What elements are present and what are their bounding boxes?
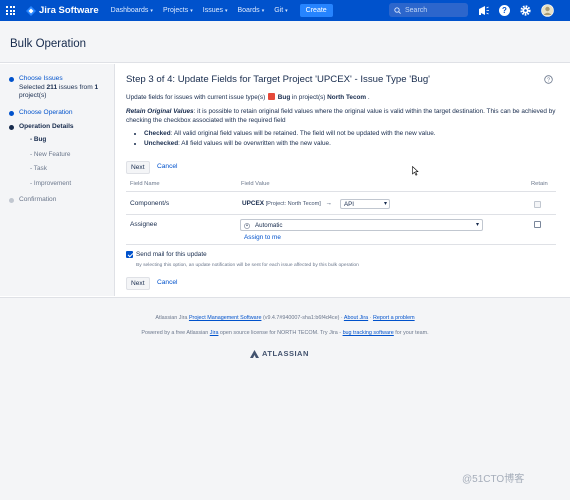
step-dot	[9, 125, 14, 130]
col-retain: Retain	[531, 181, 548, 187]
choose-operation-link[interactable]: Choose Operation	[19, 109, 109, 118]
bug-icon	[268, 93, 276, 100]
cancel-link-top[interactable]: Cancel	[157, 163, 178, 170]
retain-component-checkbox[interactable]	[534, 201, 541, 208]
component-select[interactable]: API ▾	[340, 199, 390, 209]
step-operation-details: Operation Details	[9, 123, 109, 132]
chevron-down-icon: ▾	[190, 7, 193, 14]
chevron-down-icon: ▾	[224, 7, 228, 14]
svg-text:?: ?	[502, 6, 507, 15]
megaphone-icon[interactable]	[477, 4, 490, 17]
page-header: Bulk Operation	[0, 21, 570, 63]
app-switcher-icon[interactable]	[6, 5, 18, 17]
assignee-select[interactable]: Automatic ▾	[240, 219, 483, 231]
step-dot	[9, 77, 14, 82]
divider	[126, 244, 556, 245]
svg-text:?: ?	[547, 77, 550, 83]
list-item: Unchecked: All field values will be over…	[144, 139, 436, 149]
report-problem-link[interactable]: Report a problem	[373, 315, 415, 321]
user-icon	[244, 222, 250, 229]
footer-version-line: Atlassian Jira Project Management Softwa…	[155, 315, 415, 321]
nav-issues[interactable]: Issues ▾	[203, 7, 228, 14]
bug-tracking-link[interactable]: bug tracking software	[343, 330, 394, 336]
selected-summary: Selected 211 issues from 1 project(s)	[19, 83, 99, 100]
project-management-link[interactable]: Project Management Software	[189, 315, 262, 321]
nav-git[interactable]: Git ▾	[274, 7, 287, 14]
step-heading: Step 3 of 4: Update Fields for Target Pr…	[126, 74, 430, 85]
retain-description: Retain Original Values: it is possible t…	[126, 108, 556, 124]
top-nav-bar: Jira Software Dashboards ▾ Projects ▾ Issu…	[0, 0, 570, 21]
watermark: @51CTO博客	[462, 474, 525, 485]
step-dot	[9, 111, 14, 116]
step-choose-issues: Choose Issues Selected 211 issues from 1…	[9, 75, 109, 101]
cancel-link[interactable]: Cancel	[157, 279, 178, 286]
component-field-label: Component/s	[130, 200, 170, 207]
choose-issues-link[interactable]: Choose Issues	[19, 75, 63, 82]
footer-license-line: Powered by a free Atlassian Jira open so…	[141, 330, 429, 336]
subitem-task: - Task	[30, 165, 47, 172]
next-button-top[interactable]: Next	[126, 161, 150, 174]
chevron-down-icon: ▾	[383, 201, 387, 207]
send-mail-note: By selecting this option, an update noti…	[136, 263, 359, 268]
main-content: Step 3 of 4: Update Fields for Target Pr…	[116, 64, 570, 296]
nav-dashboards[interactable]: Dashboards ▾	[111, 7, 153, 14]
footer: Atlassian Jira Project Management Softwa…	[0, 297, 570, 500]
help-icon[interactable]: ?	[498, 4, 511, 17]
step-choose-operation: Choose Operation	[9, 109, 109, 118]
nav-projects[interactable]: Projects ▾	[163, 7, 193, 14]
operation-details-label: Operation Details	[19, 123, 74, 130]
col-field-value: Field Value	[241, 181, 270, 187]
next-button[interactable]: Next	[126, 277, 150, 290]
retain-assignee-checkbox[interactable]	[534, 221, 541, 228]
subitem-new-feature: - New Feature	[30, 151, 71, 158]
list-item: Checked: All valid original field values…	[144, 129, 436, 139]
send-mail-label[interactable]: Send mail for this update	[136, 251, 207, 258]
jira-logo[interactable]: Jira Software	[26, 5, 99, 16]
chevron-down-icon: ▾	[150, 7, 153, 14]
divider	[126, 214, 556, 215]
create-button[interactable]: Create	[299, 4, 333, 17]
mouse-cursor-icon	[412, 166, 419, 176]
col-field-name: Field Name	[130, 181, 160, 187]
subitem-improvement: - Improvement	[30, 180, 72, 187]
step-dot	[9, 198, 14, 203]
step-confirmation: Confirmation	[9, 196, 109, 205]
retain-bullets: Checked: All valid original field values…	[134, 129, 436, 149]
assign-to-me-link[interactable]: Assign to me	[244, 234, 281, 241]
search-input[interactable]: Search	[389, 3, 468, 17]
chevron-down-icon: ▾	[285, 7, 288, 14]
intro-text: Update fields for issues with current is…	[126, 93, 370, 101]
steps-sidebar: Choose Issues Selected 211 issues from 1…	[0, 64, 115, 296]
app-name: Jira Software	[39, 5, 99, 16]
confirmation-label: Confirmation	[19, 196, 57, 203]
avatar[interactable]	[541, 4, 554, 17]
subitem-bug: - Bug	[30, 136, 47, 143]
divider	[126, 191, 556, 192]
assignee-field-label: Assignee	[130, 221, 158, 228]
chevron-down-icon: ▾	[475, 222, 479, 228]
component-project: UPCEX [Project: North Tecom] →	[242, 200, 333, 207]
atlassian-icon	[250, 349, 259, 358]
nav-boards[interactable]: Boards ▾	[238, 7, 265, 14]
gear-icon[interactable]	[519, 4, 532, 17]
about-jira-link[interactable]: About Jira	[344, 315, 368, 321]
help-icon[interactable]: ?	[544, 75, 553, 84]
jira-logo-icon	[26, 5, 36, 16]
atlassian-logo[interactable]: ATLASSIAN	[250, 349, 309, 358]
chevron-down-icon: ▾	[261, 7, 265, 14]
page-title: Bulk Operation	[10, 38, 87, 50]
search-icon	[394, 6, 401, 14]
send-mail-checkbox[interactable]	[126, 251, 133, 258]
